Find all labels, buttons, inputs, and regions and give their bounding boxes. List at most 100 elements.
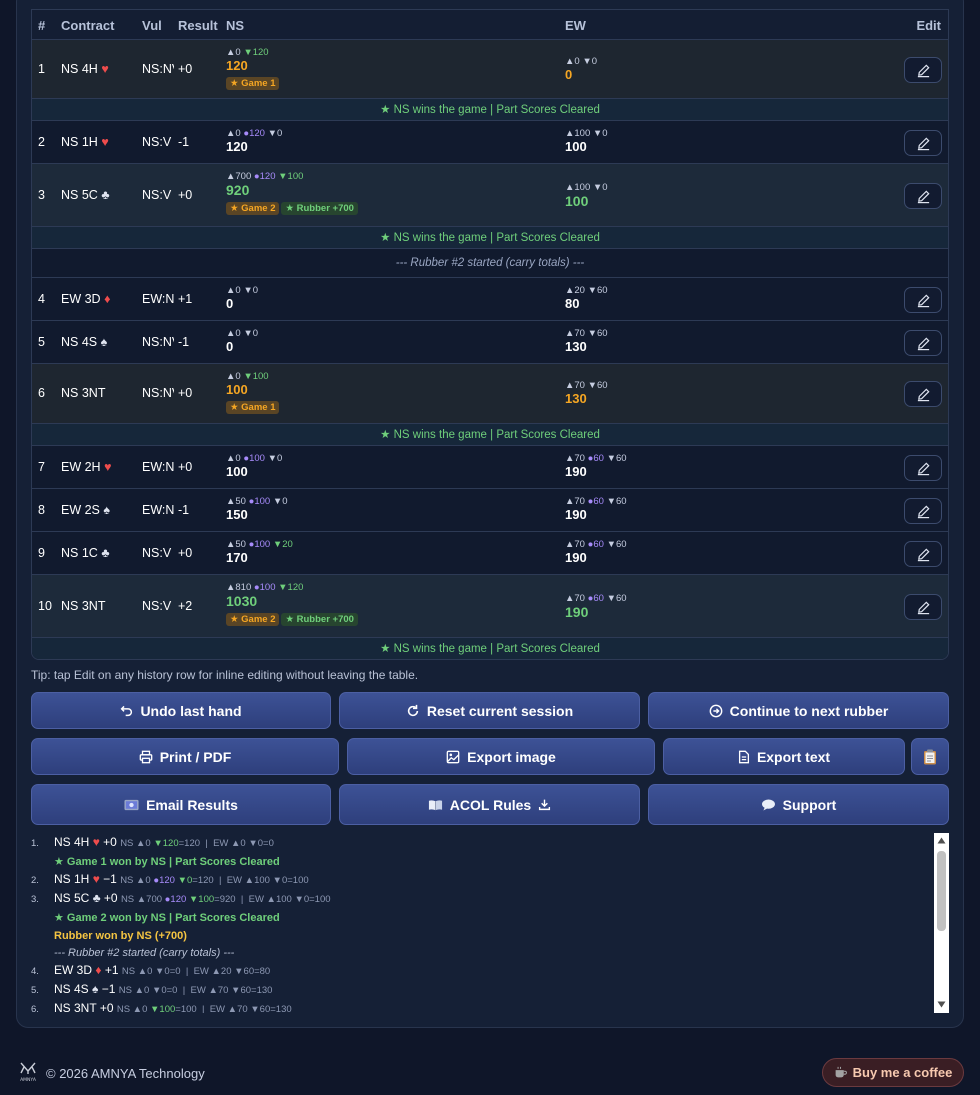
game-banner: ★ NS wins the game | Part Scores Cleared: [32, 227, 948, 249]
row-result: -1: [178, 335, 190, 349]
ew-breakdown: ▲0 ▼0: [565, 56, 598, 67]
pencil-icon: [917, 387, 930, 401]
header-ew: EW: [565, 18, 586, 33]
suit-icon: ♥: [104, 460, 112, 474]
ns-breakdown: ▲0 ▼120: [226, 47, 269, 58]
edit-button[interactable]: [904, 287, 942, 313]
pencil-icon: [917, 136, 930, 150]
ns-total: 120: [226, 138, 248, 154]
ns-breakdown: ▲0 ▼0: [226, 284, 259, 296]
table-row: 9 NS 1C ♣ NS:V +0 ▲50 ●100 ▼20 170 ▲70 ●60 ▼60…: [32, 532, 948, 575]
export-text-button[interactable]: Export text: [663, 738, 905, 775]
score-badge: ★ Rubber +700: [281, 613, 358, 626]
acol-rules-label: ACOL Rules: [449, 796, 532, 813]
row-number: 10: [38, 599, 52, 613]
ns-breakdown: ▲700 ●120 ▼100: [226, 171, 304, 182]
continue-label: Continue to next rubber: [729, 702, 889, 719]
ew-cell: ▲100 ▼0 100: [565, 182, 608, 209]
copyright-text: © 2026 AMNYA Technology: [46, 1066, 205, 1081]
edit-button[interactable]: [904, 130, 942, 156]
header-ns: NS: [226, 18, 245, 33]
row-vul: NS:V: [142, 135, 172, 149]
row-result: +0: [178, 62, 193, 76]
ew-breakdown: ▲70 ●60 ▼60: [565, 538, 627, 550]
suit-icon: ♠: [92, 982, 99, 996]
clipboard-icon: [924, 749, 936, 764]
ns-breakdown: ▲0 ▼100: [226, 371, 269, 382]
row-number: 3: [38, 188, 45, 202]
book-icon: [428, 799, 442, 810]
pencil-icon: [917, 336, 930, 350]
ew-cell: ▲70 ●60 ▼60 190: [565, 453, 627, 479]
copy-button[interactable]: [911, 738, 949, 775]
continue-button[interactable]: Continue to next rubber: [648, 692, 949, 729]
email-button[interactable]: Email Results: [31, 784, 331, 825]
log-event: --- Rubber #2 started (carry totals) ---: [54, 947, 235, 959]
header-vul: Vul: [142, 18, 162, 33]
row-contract: NS 1C ♣: [61, 546, 110, 560]
acol-rules-button[interactable]: ACOL Rules: [339, 784, 640, 825]
edit-button[interactable]: [904, 381, 942, 407]
row-vul: EW:NV: [142, 503, 174, 517]
row-vul: EW:NV: [142, 460, 174, 474]
suit-icon: ♥: [92, 872, 100, 886]
table-row: 8 EW 2S ♠ EW:NV -1 ▲50 ●100 ▼0150 ▲70 ●60 ▼60…: [32, 489, 948, 532]
support-button[interactable]: Support: [648, 784, 949, 825]
ns-breakdown: ▲0 ●100 ▼0: [226, 452, 283, 464]
amnya-logo: AMNYA: [18, 1061, 38, 1088]
edit-button[interactable]: [904, 498, 942, 524]
pencil-icon: [917, 461, 930, 475]
edit-button[interactable]: [904, 541, 942, 567]
ns-cell: ▲0 ▼0 0: [226, 285, 258, 311]
reset-button[interactable]: Reset current session: [339, 692, 640, 729]
row-contract: EW 2H ♥: [61, 460, 112, 474]
buy-coffee-button[interactable]: Buy me a coffee: [822, 1058, 964, 1087]
pencil-icon: [917, 547, 930, 561]
refresh-icon: [407, 704, 419, 716]
ns-total: 1030: [226, 593, 258, 609]
export-image-button[interactable]: Export image: [347, 738, 655, 775]
edit-button[interactable]: [904, 330, 942, 356]
edit-button[interactable]: [904, 455, 942, 481]
ns-breakdown: ▲810 ●100 ▼120: [226, 582, 304, 593]
speech-bubble-icon: [761, 798, 775, 811]
printer-icon: [139, 750, 153, 763]
ew-total: 190: [565, 463, 587, 479]
print-button[interactable]: Print / PDF: [31, 738, 339, 775]
history-table: # Contract Vul Result NS EW Edit 1 NS 4H …: [31, 9, 949, 660]
log-line: 2. NS 1H ♥ −1 NS ▲0 ●120 ▼0=120 | EW ▲100…: [31, 872, 309, 886]
pencil-icon: [917, 63, 930, 77]
row-number: 6: [38, 386, 45, 400]
undo-label: Undo last hand: [140, 702, 242, 719]
row-result: +2: [178, 599, 193, 613]
log-scrollbar[interactable]: [934, 833, 949, 1013]
table-row: 5 NS 4S ♠ NS:NV -1 ▲0 ▼00 ▲70 ▼60130: [32, 321, 948, 364]
suit-icon: ♥: [92, 835, 100, 849]
ew-total: 0: [565, 67, 573, 82]
ew-breakdown: ▲70 ▼60: [565, 380, 608, 391]
edit-button[interactable]: [904, 183, 942, 209]
text-log[interactable]: 1. NS 4H ♥ +0 NS ▲0 ▼120=120 | EW ▲0 ▼0=0…: [31, 833, 949, 1013]
row-contract: NS 3NT: [61, 599, 106, 613]
ns-total: 120: [226, 58, 248, 73]
scroll-thumb[interactable]: [937, 851, 946, 931]
header-num: #: [38, 18, 46, 33]
table-row: 2 NS 1H ♥ NS:V -1 ▲0 ●120 ▼0 120 ▲100 ▼0 100: [32, 121, 948, 164]
game-banner: ★ NS wins the game | Part Scores Cleared: [32, 424, 948, 446]
undo-button[interactable]: Undo last hand: [31, 692, 331, 729]
suit-icon: ♥: [101, 135, 109, 149]
ew-cell: ▲70 ▼60 130: [565, 380, 608, 406]
ns-cell: ▲50 ●100 ▼20 170: [226, 539, 293, 565]
email-icon: [124, 799, 139, 810]
edit-button[interactable]: [904, 57, 942, 83]
email-label: Email Results: [146, 796, 238, 813]
scroll-up-icon[interactable]: [937, 837, 946, 844]
edit-button[interactable]: [904, 594, 942, 620]
scroll-down-icon[interactable]: [937, 1001, 946, 1008]
svg-text:AMNYA: AMNYA: [20, 1077, 37, 1083]
table-row: 6 NS 3NT NS:NV +0 ▲0 ▼100100 ★ Game 1 ▲70 ▼60…: [32, 364, 948, 424]
download-icon: [539, 799, 551, 811]
ns-total: 0: [226, 338, 234, 354]
pencil-icon: [917, 293, 930, 307]
row-contract: NS 3NT: [61, 386, 106, 400]
